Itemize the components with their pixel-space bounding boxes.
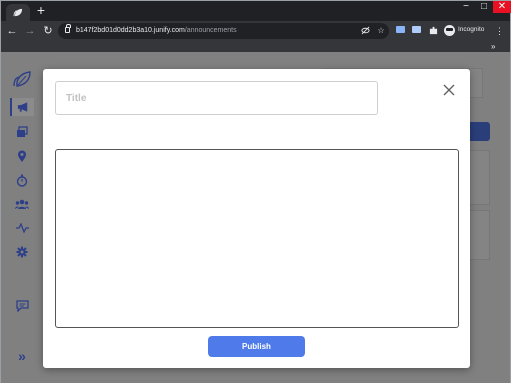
sidebar-item-cards[interactable] bbox=[12, 123, 32, 141]
publish-button[interactable]: Publish bbox=[208, 336, 305, 357]
browser-tab[interactable] bbox=[6, 4, 30, 21]
app-logo[interactable] bbox=[12, 68, 32, 90]
activity-pulse-icon bbox=[15, 223, 29, 233]
maximize-button[interactable]: □ bbox=[475, 1, 493, 13]
announcement-body-textarea[interactable] bbox=[55, 149, 459, 328]
extension-icon[interactable] bbox=[412, 26, 421, 33]
minimize-button[interactable]: − bbox=[457, 1, 475, 13]
bookmarks-bar: » bbox=[1, 41, 510, 52]
title-input[interactable] bbox=[55, 81, 378, 115]
app-sidebar: » bbox=[1, 52, 43, 383]
incognito-icon[interactable] bbox=[444, 25, 455, 36]
sidebar-expand-button[interactable]: » bbox=[12, 347, 32, 365]
browser-toolbar: ← → ↻ b147f2bd01d0dd2b3a10.junify.com/an… bbox=[1, 21, 510, 41]
announcement-modal: Publish bbox=[43, 69, 470, 368]
sidebar-item-chat[interactable] bbox=[12, 297, 32, 315]
stacked-cards-icon bbox=[17, 126, 28, 137]
browser-menu-icon[interactable]: ⋮ bbox=[495, 24, 504, 38]
sidebar-item-settings[interactable] bbox=[12, 243, 32, 261]
sidebar-item-timer[interactable] bbox=[12, 171, 32, 189]
browser-window: + − □ ✕ ← → ↻ b147f2bd01d0dd2b3a10.junif… bbox=[0, 0, 511, 383]
eye-off-icon[interactable] bbox=[360, 26, 370, 36]
leaf-logo-icon bbox=[13, 71, 31, 87]
chat-icon bbox=[15, 300, 29, 312]
address-bar[interactable]: b147f2bd01d0dd2b3a10.junify.com/announce… bbox=[58, 23, 389, 39]
incognito-label[interactable]: Incognito bbox=[458, 26, 484, 33]
extension-icon[interactable] bbox=[396, 26, 405, 33]
stopwatch-icon bbox=[16, 174, 28, 187]
star-icon[interactable]: ☆ bbox=[376, 26, 386, 36]
url-text: b147f2bd01d0dd2b3a10.junify.com/announce… bbox=[76, 26, 237, 36]
bookmarks-overflow-icon[interactable]: » bbox=[491, 41, 495, 52]
sidebar-item-people[interactable] bbox=[12, 195, 32, 213]
tab-strip: + − □ ✕ bbox=[1, 1, 511, 21]
location-pin-icon bbox=[18, 150, 26, 162]
new-tab-button[interactable]: + bbox=[34, 3, 48, 18]
sidebar-item-announcements[interactable] bbox=[10, 98, 34, 116]
leaf-favicon-icon bbox=[13, 8, 22, 17]
close-window-button[interactable]: ✕ bbox=[493, 1, 511, 13]
forward-button[interactable]: → bbox=[23, 24, 37, 38]
close-modal-button[interactable] bbox=[442, 83, 456, 97]
back-button[interactable]: ← bbox=[5, 24, 19, 38]
url-host: b147f2bd01d0dd2b3a10.junify.com bbox=[76, 27, 185, 34]
close-icon bbox=[443, 84, 455, 96]
sidebar-item-locations[interactable] bbox=[12, 147, 32, 165]
reload-button[interactable]: ↻ bbox=[41, 24, 55, 38]
gear-icon bbox=[16, 246, 28, 258]
sidebar-item-activity[interactable] bbox=[12, 219, 32, 237]
lock-icon bbox=[65, 24, 71, 33]
megaphone-icon bbox=[17, 102, 27, 112]
puzzle-icon[interactable] bbox=[428, 26, 438, 36]
url-path: /announcements bbox=[184, 27, 237, 34]
people-icon bbox=[15, 199, 29, 209]
page-viewport: » Publish bbox=[1, 52, 510, 383]
